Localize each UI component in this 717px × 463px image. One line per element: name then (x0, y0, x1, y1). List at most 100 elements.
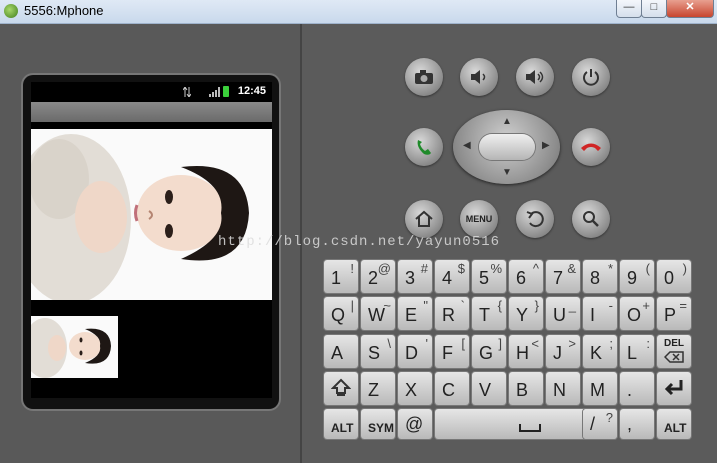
minimize-button[interactable]: — (616, 0, 642, 18)
key-shift-label: " (423, 298, 428, 313)
dpad-down-icon[interactable]: ▼ (502, 167, 512, 178)
key-shift-label: } (534, 298, 539, 313)
enter-icon (664, 380, 683, 396)
key-main-label: F (442, 343, 453, 363)
key-main-label: 2 (368, 268, 379, 288)
key-row4-8[interactable]: . (620, 372, 654, 405)
network-icon (182, 86, 192, 98)
at-key[interactable]: @ (398, 409, 432, 439)
key-row3-6[interactable]: J > (546, 335, 580, 368)
key-row1-5[interactable]: 6 ^ (509, 260, 543, 293)
volume-up-button[interactable] (516, 58, 554, 96)
home-button[interactable] (405, 200, 443, 238)
key-row1-7[interactable]: 8 * (583, 260, 617, 293)
home-icon (415, 210, 433, 227)
volume-down-button[interactable] (460, 58, 498, 96)
key-shift-label: [ (461, 336, 465, 351)
key-main-label: Z (368, 380, 379, 400)
delete-key[interactable]: DEL (657, 335, 691, 368)
status-bar: 12:45 (31, 82, 272, 101)
key-row4-6[interactable]: N (546, 372, 580, 405)
dpad-center-button[interactable] (479, 134, 535, 160)
key-main-label: P (664, 305, 677, 325)
key-main-label: 1 (331, 268, 342, 288)
call-button[interactable] (405, 128, 443, 166)
key-main-label: I (590, 305, 596, 325)
key-row1-8[interactable]: 9( (620, 260, 654, 293)
key-row1-1[interactable]: 2 @ (361, 260, 395, 293)
close-button[interactable]: ✕ (666, 0, 714, 18)
key-row2-1[interactable]: W ~ (361, 297, 395, 330)
dpad-up-icon[interactable]: ▲ (502, 116, 512, 127)
key-row3-5[interactable]: H < (509, 335, 543, 368)
maximize-button[interactable]: □ (641, 0, 667, 18)
key-row1-3[interactable]: 4 $ (435, 260, 469, 293)
key-main-label: 4 (442, 268, 453, 288)
key-shift-label: ] (498, 336, 502, 351)
dpad-left-icon[interactable]: ◀ (463, 140, 471, 151)
key-row2-0[interactable]: Q | (324, 297, 358, 330)
key-main-label: S (368, 343, 381, 363)
shift-icon (331, 378, 351, 396)
key-row4-3[interactable]: C (435, 372, 469, 405)
key-shift-label: % (490, 261, 502, 276)
key-row1-2[interactable]: 3 # (398, 260, 432, 293)
sym-key[interactable]: SYM (361, 409, 395, 439)
search-button[interactable] (572, 200, 610, 238)
key-main-label: Y (516, 305, 529, 325)
key-main-label: 6 (516, 268, 527, 288)
enter-key[interactable] (657, 372, 691, 405)
battery-icon (223, 86, 229, 97)
camera-button[interactable] (405, 58, 443, 96)
key-row4-2[interactable]: X (398, 372, 432, 405)
key-main-label: 8 (590, 268, 601, 288)
key-row4-1[interactable]: Z (361, 372, 395, 405)
comma-key[interactable]: , (620, 409, 654, 439)
end-call-button[interactable] (572, 128, 610, 166)
at-key-label: @ (405, 414, 424, 434)
key-row3-4[interactable]: G] (472, 335, 506, 368)
back-button[interactable] (516, 200, 554, 238)
key-row3-0[interactable]: A (324, 335, 358, 368)
key-row1-6[interactable]: 7 & (546, 260, 580, 293)
dpad[interactable]: ▲ ▼ ◀ ▶ (453, 110, 560, 184)
key-shift-label: ! (350, 261, 354, 276)
key-shift-label: _ (568, 298, 576, 313)
key-main-label: R (442, 305, 455, 325)
window-title: 5556:Mphone (24, 3, 104, 18)
key-row1-4[interactable]: 5% (472, 260, 506, 293)
key-row4-4[interactable]: V (472, 372, 506, 405)
key-row2-9[interactable]: P = (657, 297, 691, 330)
alt-key-right[interactable]: ALT (657, 409, 691, 439)
key-row2-3[interactable]: R ` (435, 297, 469, 330)
key-row3-3[interactable]: F[ (435, 335, 469, 368)
key-row3-1[interactable]: S \ (361, 335, 395, 368)
watermark-text: http://blog.csdn.net/yayun0516 (218, 234, 501, 250)
alt-key-left[interactable]: ALT (324, 409, 358, 439)
menu-button[interactable]: MENU (460, 200, 498, 238)
shift-key[interactable] (324, 372, 358, 405)
key-row2-8[interactable]: O + (620, 297, 654, 330)
key-shift-label: { (497, 298, 502, 313)
key-row1-0[interactable]: 1! (324, 260, 358, 293)
key-row3-7[interactable]: K; (583, 335, 617, 368)
key-row3-8[interactable]: L: (620, 335, 654, 368)
power-button[interactable] (572, 58, 610, 96)
key-row2-6[interactable]: U _ (546, 297, 580, 330)
slash-key[interactable]: /? (583, 409, 617, 439)
key-row2-2[interactable]: E " (398, 297, 432, 330)
app-title-bar (31, 102, 272, 122)
key-main-label: Q (331, 305, 346, 325)
slash-key-label: / (590, 414, 596, 434)
dpad-right-icon[interactable]: ▶ (542, 140, 550, 151)
space-icon (519, 424, 541, 432)
key-shift-label: > (568, 336, 576, 351)
key-shift-label: ^ (532, 261, 539, 276)
key-row1-9[interactable]: 0) (657, 260, 691, 293)
key-row4-7[interactable]: M (583, 372, 617, 405)
key-row2-4[interactable]: T{ (472, 297, 506, 330)
key-row4-5[interactable]: B (509, 372, 543, 405)
key-row3-2[interactable]: D ' (398, 335, 432, 368)
key-row2-5[interactable]: Y} (509, 297, 543, 330)
key-row2-7[interactable]: I- (583, 297, 617, 330)
